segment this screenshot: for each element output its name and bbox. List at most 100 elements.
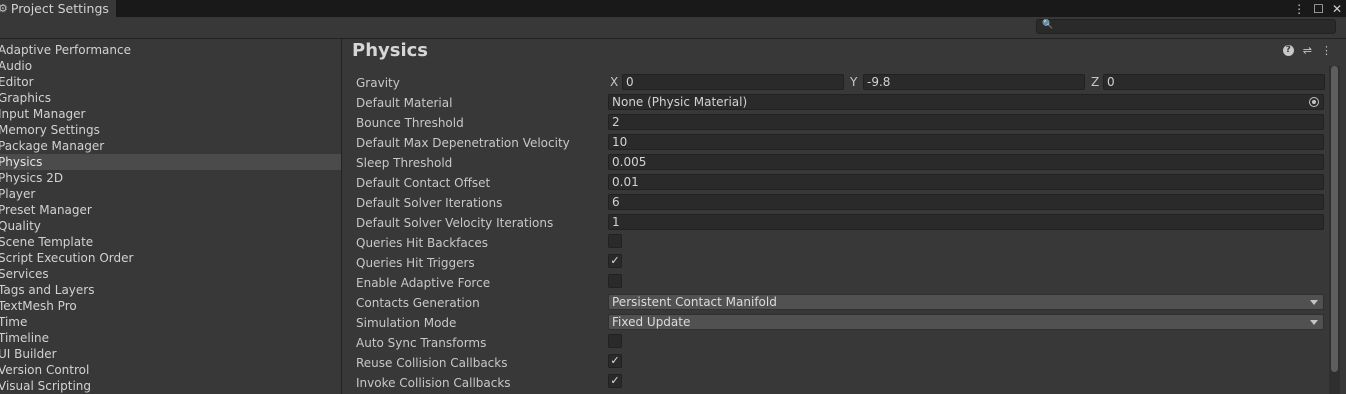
gravity-y-field[interactable]: -9.8 bbox=[863, 74, 1085, 90]
solver-iterations-label: Default Solver Iterations bbox=[356, 196, 503, 210]
window-tab-title: Project Settings bbox=[10, 1, 109, 16]
presets-icon[interactable]: ⇌ bbox=[1303, 44, 1312, 57]
scrollbar-thumb[interactable] bbox=[1331, 66, 1338, 372]
contact-offset-label: Default Contact Offset bbox=[356, 176, 491, 190]
sidebar-item-visual-scripting[interactable]: Visual Scripting bbox=[0, 378, 341, 394]
bounce-threshold-field[interactable]: 2 bbox=[608, 114, 1324, 130]
bounce-threshold-row: Bounce Threshold 2 bbox=[356, 113, 1324, 133]
sidebar-item-tags-and-layers[interactable]: Tags and Layers bbox=[0, 282, 341, 298]
auto-sync-transforms-row: Auto Sync Transforms bbox=[356, 333, 1324, 353]
solver-iterations-field[interactable]: 6 bbox=[608, 194, 1324, 210]
close-icon[interactable]: ✕ bbox=[1332, 3, 1342, 15]
reuse-collision-callbacks-label: Reuse Collision Callbacks bbox=[356, 356, 508, 370]
header-icons: ? ⇌ ⋮ bbox=[1282, 44, 1332, 57]
sidebar-item-preset-manager[interactable]: Preset Manager bbox=[0, 202, 341, 218]
sidebar-item-editor[interactable]: Editor bbox=[0, 74, 341, 90]
queries-hit-backfaces-checkbox[interactable] bbox=[608, 234, 622, 248]
sidebar-item-services[interactable]: Services bbox=[0, 266, 341, 282]
simulation-mode-value: Fixed Update bbox=[612, 315, 691, 329]
sleep-threshold-field[interactable]: 0.005 bbox=[608, 154, 1324, 170]
sidebar-item-graphics[interactable]: Graphics bbox=[0, 90, 341, 106]
simulation-mode-label: Simulation Mode bbox=[356, 316, 457, 330]
solver-velocity-iterations-field[interactable]: 1 bbox=[608, 214, 1324, 230]
sidebar-item-scene-template[interactable]: Scene Template bbox=[0, 234, 341, 250]
sidebar-item-ui-builder[interactable]: UI Builder bbox=[0, 346, 341, 362]
search-input[interactable]: 🔍 bbox=[1036, 19, 1336, 34]
sidebar-item-timeline[interactable]: Timeline bbox=[0, 330, 341, 346]
invoke-collision-callbacks-row: Invoke Collision Callbacks ✓ bbox=[356, 373, 1324, 393]
sidebar-item-script-execution-order[interactable]: Script Execution Order bbox=[0, 250, 341, 266]
queries-hit-triggers-label: Queries Hit Triggers bbox=[356, 256, 475, 270]
contact-offset-field[interactable]: 0.01 bbox=[608, 174, 1324, 190]
window-tab[interactable]: ⚙ Project Settings bbox=[0, 0, 116, 17]
sidebar-item-version-control[interactable]: Version Control bbox=[0, 362, 341, 378]
kebab-menu-icon[interactable]: ⋮ bbox=[1321, 44, 1332, 57]
queries-hit-backfaces-row: Queries Hit Backfaces bbox=[356, 233, 1324, 253]
max-depenetration-label: Default Max Depenetration Velocity bbox=[356, 136, 570, 150]
default-material-field[interactable]: None (Physic Material) bbox=[608, 94, 1324, 110]
reuse-collision-callbacks-row: Reuse Collision Callbacks ✓ bbox=[356, 353, 1324, 373]
sidebar-item-textmesh-pro[interactable]: TextMesh Pro bbox=[0, 298, 341, 314]
invoke-collision-callbacks-label: Invoke Collision Callbacks bbox=[356, 376, 511, 390]
solver-velocity-iterations-row: Default Solver Velocity Iterations 1 bbox=[356, 213, 1324, 233]
queries-hit-backfaces-label: Queries Hit Backfaces bbox=[356, 236, 488, 250]
enable-adaptive-force-checkbox[interactable] bbox=[608, 274, 622, 288]
gravity-x-field[interactable]: 0 bbox=[622, 74, 844, 90]
sidebar-item-physics[interactable]: Physics bbox=[0, 154, 341, 170]
reuse-collision-callbacks-checkbox[interactable]: ✓ bbox=[608, 354, 622, 368]
gravity-z-label: Z bbox=[1091, 75, 1100, 89]
sleep-threshold-label: Sleep Threshold bbox=[356, 156, 453, 170]
contacts-generation-row: Contacts Generation Persistent Contact M… bbox=[356, 293, 1324, 313]
gravity-z-field[interactable]: 0 bbox=[1103, 74, 1325, 90]
default-material-label: Default Material bbox=[356, 96, 453, 110]
sidebar-item-player[interactable]: Player bbox=[0, 186, 341, 202]
gravity-label: Gravity bbox=[356, 76, 400, 90]
sidebar-item-quality[interactable]: Quality bbox=[0, 218, 341, 234]
max-depenetration-field[interactable]: 10 bbox=[608, 134, 1324, 150]
toolbar: 🔍 bbox=[0, 17, 1346, 39]
sidebar-item-physics-2d[interactable]: Physics 2D bbox=[0, 170, 341, 186]
enable-adaptive-force-row: Enable Adaptive Force bbox=[356, 273, 1324, 293]
sleep-threshold-row: Sleep Threshold 0.005 bbox=[356, 153, 1324, 173]
sidebar-item-memory-settings[interactable]: Memory Settings bbox=[0, 122, 341, 138]
contacts-generation-label: Contacts Generation bbox=[356, 296, 480, 310]
sidebar-item-adaptive-performance[interactable]: Adaptive Performance bbox=[0, 42, 341, 58]
invoke-collision-callbacks-checkbox[interactable]: ✓ bbox=[608, 374, 622, 388]
default-material-value: None (Physic Material) bbox=[612, 95, 748, 109]
solver-iterations-row: Default Solver Iterations 6 bbox=[356, 193, 1324, 213]
simulation-mode-dropdown[interactable]: Fixed Update bbox=[608, 314, 1324, 330]
vertical-scrollbar[interactable] bbox=[1329, 66, 1340, 394]
bounce-threshold-label: Bounce Threshold bbox=[356, 116, 464, 130]
chevron-down-icon bbox=[1310, 320, 1318, 325]
settings-sidebar: Adaptive Performance Audio Editor Graphics I… bbox=[0, 39, 342, 394]
window-controls: ⋮ ☐ ✕ bbox=[1293, 0, 1342, 17]
sidebar-item-audio[interactable]: Audio bbox=[0, 58, 341, 74]
sidebar-item-input-manager[interactable]: Input Manager bbox=[0, 106, 341, 122]
sidebar-list: Adaptive Performance Audio Editor Graphics I… bbox=[0, 39, 341, 394]
gravity-y-label: Y bbox=[850, 75, 858, 89]
queries-hit-triggers-row: Queries Hit Triggers ✓ bbox=[356, 253, 1324, 273]
search-icon: 🔍 bbox=[1042, 20, 1054, 30]
queries-hit-triggers-checkbox[interactable]: ✓ bbox=[608, 254, 622, 268]
contact-offset-row: Default Contact Offset 0.01 bbox=[356, 173, 1324, 193]
sidebar-item-time[interactable]: Time bbox=[0, 314, 341, 330]
gear-icon: ⚙ bbox=[0, 2, 8, 15]
simulation-mode-row: Simulation Mode Fixed Update bbox=[356, 313, 1324, 333]
gravity-vector: X 0 Y -9.8 Z 0 bbox=[608, 74, 1325, 90]
gravity-row: Gravity X 0 Y -9.8 Z 0 bbox=[356, 73, 1325, 93]
gravity-x-label: X bbox=[610, 75, 619, 89]
auto-sync-transforms-label: Auto Sync Transforms bbox=[356, 336, 487, 350]
max-depenetration-row: Default Max Depenetration Velocity 10 bbox=[356, 133, 1324, 153]
contacts-generation-dropdown[interactable]: Persistent Contact Manifold bbox=[608, 294, 1324, 310]
auto-sync-transforms-checkbox[interactable] bbox=[608, 334, 622, 348]
title-bar: ⚙ Project Settings ⋮ ☐ ✕ bbox=[0, 0, 1346, 17]
solver-velocity-iterations-label: Default Solver Velocity Iterations bbox=[356, 216, 554, 230]
chevron-down-icon bbox=[1310, 300, 1318, 305]
help-icon[interactable]: ? bbox=[1282, 45, 1294, 56]
page-title: Physics bbox=[352, 40, 429, 61]
sidebar-item-package-manager[interactable]: Package Manager bbox=[0, 138, 341, 154]
maximize-icon[interactable]: ☐ bbox=[1313, 3, 1324, 15]
settings-panel: Physics ? ⇌ ⋮ Gravity X 0 Y -9.8 Z 0 Def… bbox=[342, 39, 1346, 394]
kebab-menu-icon[interactable]: ⋮ bbox=[1293, 3, 1305, 15]
object-picker-icon[interactable] bbox=[1309, 97, 1319, 107]
